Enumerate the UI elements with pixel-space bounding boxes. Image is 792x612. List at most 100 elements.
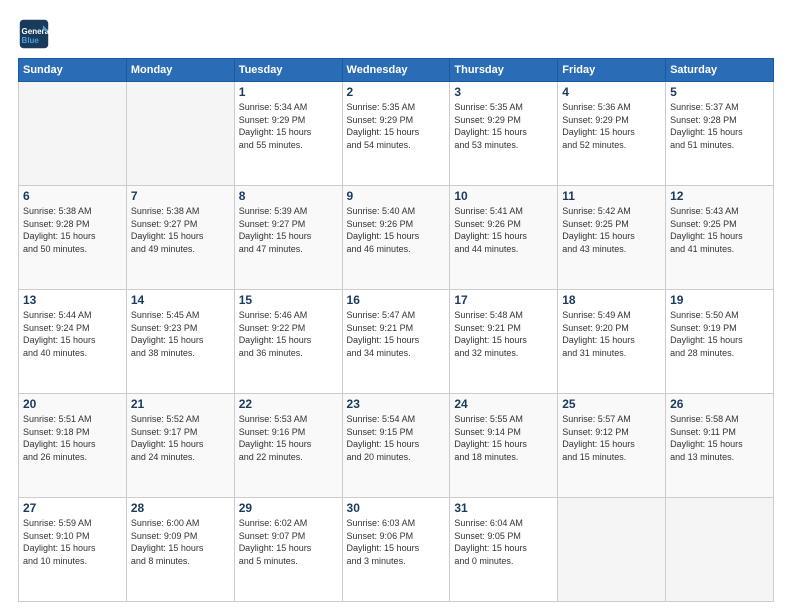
day-number: 1 (239, 85, 338, 99)
day-number: 18 (562, 293, 661, 307)
day-number: 2 (347, 85, 446, 99)
day-number: 22 (239, 397, 338, 411)
weekday-header-row: SundayMondayTuesdayWednesdayThursdayFrid… (19, 59, 774, 82)
page: General Blue SundayMondayTuesdayWednesda… (0, 0, 792, 612)
calendar-day-19: 19 Sunrise: 5:50 AM Sunset: 9:19 PM Dayli… (666, 290, 774, 394)
weekday-header-monday: Monday (126, 59, 234, 82)
day-info: Sunrise: 5:53 AM Sunset: 9:16 PM Dayligh… (239, 413, 338, 463)
calendar-day-31: 31Sunrise: 6:04 AM Sunset: 9:05 PM Dayli… (450, 498, 558, 602)
day-info: Sunrise: 5:41 AM Sunset: 9:26 PM Dayligh… (454, 205, 553, 255)
calendar-day-17: 17 Sunrise: 5:48 AM Sunset: 9:21 PM Dayli… (450, 290, 558, 394)
calendar-day-22: 22 Sunrise: 5:53 AM Sunset: 9:16 PM Dayli… (234, 394, 342, 498)
day-info: Sunrise: 5:57 AM Sunset: 9:12 PM Dayligh… (562, 413, 661, 463)
day-info: Sunrise: 5:39 AM Sunset: 9:27 PM Dayligh… (239, 205, 338, 255)
calendar-day-16: 16 Sunrise: 5:47 AM Sunset: 9:21 PM Dayli… (342, 290, 450, 394)
weekday-header-wednesday: Wednesday (342, 59, 450, 82)
calendar-day-12: 12 Sunrise: 5:43 AM Sunset: 9:25 PM Dayli… (666, 186, 774, 290)
day-number: 9 (347, 189, 446, 203)
calendar-day-14: 14Sunrise: 5:45 AM Sunset: 9:23 PM Dayli… (126, 290, 234, 394)
day-info: Sunrise: 5:58 AM Sunset: 9:11 PM Dayligh… (670, 413, 769, 463)
calendar-day-4: 4 Sunrise: 5:36 AM Sunset: 9:29 PM Daylig… (558, 82, 666, 186)
day-info: Sunrise: 5:42 AM Sunset: 9:25 PM Dayligh… (562, 205, 661, 255)
calendar-week-row: 6Sunrise: 5:38 AM Sunset: 9:28 PM Daylig… (19, 186, 774, 290)
calendar-day-empty (126, 82, 234, 186)
day-info: Sunrise: 6:04 AM Sunset: 9:05 PM Dayligh… (454, 517, 553, 567)
day-info: Sunrise: 5:51 AM Sunset: 9:18 PM Dayligh… (23, 413, 122, 463)
calendar-table: SundayMondayTuesdayWednesdayThursdayFrid… (18, 58, 774, 602)
day-number: 5 (670, 85, 769, 99)
calendar-day-13: 13 Sunrise: 5:44 AM Sunset: 9:24 PM Dayli… (19, 290, 127, 394)
day-info: Sunrise: 5:38 AM Sunset: 9:27 PM Dayligh… (131, 205, 230, 255)
day-info: Sunrise: 5:52 AM Sunset: 9:17 PM Dayligh… (131, 413, 230, 463)
day-number: 29 (239, 501, 338, 515)
day-info: Sunrise: 6:03 AM Sunset: 9:06 PM Dayligh… (347, 517, 446, 567)
day-info: Sunrise: 5:35 AM Sunset: 9:29 PM Dayligh… (454, 101, 553, 151)
calendar-week-row: 13 Sunrise: 5:44 AM Sunset: 9:24 PM Dayli… (19, 290, 774, 394)
calendar-day-21: 21 Sunrise: 5:52 AM Sunset: 9:17 PM Dayli… (126, 394, 234, 498)
day-info: Sunrise: 5:54 AM Sunset: 9:15 PM Dayligh… (347, 413, 446, 463)
day-info: Sunrise: 5:55 AM Sunset: 9:14 PM Dayligh… (454, 413, 553, 463)
day-number: 16 (347, 293, 446, 307)
day-number: 21 (131, 397, 230, 411)
day-info: Sunrise: 5:46 AM Sunset: 9:22 PM Dayligh… (239, 309, 338, 359)
day-info: Sunrise: 5:35 AM Sunset: 9:29 PM Dayligh… (347, 101, 446, 151)
day-info: Sunrise: 5:48 AM Sunset: 9:21 PM Dayligh… (454, 309, 553, 359)
calendar-day-15: 15 Sunrise: 5:46 AM Sunset: 9:22 PM Dayli… (234, 290, 342, 394)
day-info: Sunrise: 5:59 AM Sunset: 9:10 PM Dayligh… (23, 517, 122, 567)
day-number: 23 (347, 397, 446, 411)
day-number: 26 (670, 397, 769, 411)
day-number: 27 (23, 501, 122, 515)
day-number: 28 (131, 501, 230, 515)
day-number: 13 (23, 293, 122, 307)
calendar-day-26: 26 Sunrise: 5:58 AM Sunset: 9:11 PM Dayli… (666, 394, 774, 498)
calendar-week-row: 20 Sunrise: 5:51 AM Sunset: 9:18 PM Dayli… (19, 394, 774, 498)
calendar-day-20: 20 Sunrise: 5:51 AM Sunset: 9:18 PM Dayli… (19, 394, 127, 498)
logo: General Blue (18, 18, 54, 50)
day-info: Sunrise: 5:50 AM Sunset: 9:19 PM Dayligh… (670, 309, 769, 359)
calendar-day-empty (19, 82, 127, 186)
day-number: 15 (239, 293, 338, 307)
calendar-day-24: 24 Sunrise: 5:55 AM Sunset: 9:14 PM Dayli… (450, 394, 558, 498)
calendar-day-8: 8 Sunrise: 5:39 AM Sunset: 9:27 PM Daylig… (234, 186, 342, 290)
calendar-day-11: 11 Sunrise: 5:42 AM Sunset: 9:25 PM Dayli… (558, 186, 666, 290)
day-info: Sunrise: 5:38 AM Sunset: 9:28 PM Dayligh… (23, 205, 122, 255)
weekday-header-sunday: Sunday (19, 59, 127, 82)
day-number: 20 (23, 397, 122, 411)
calendar-day-28: 28 Sunrise: 6:00 AM Sunset: 9:09 PM Dayli… (126, 498, 234, 602)
day-info: Sunrise: 6:00 AM Sunset: 9:09 PM Dayligh… (131, 517, 230, 567)
calendar-day-18: 18Sunrise: 5:49 AM Sunset: 9:20 PM Dayli… (558, 290, 666, 394)
logo-icon: General Blue (18, 18, 50, 50)
day-number: 24 (454, 397, 553, 411)
day-info: Sunrise: 5:47 AM Sunset: 9:21 PM Dayligh… (347, 309, 446, 359)
weekday-header-tuesday: Tuesday (234, 59, 342, 82)
day-info: Sunrise: 6:02 AM Sunset: 9:07 PM Dayligh… (239, 517, 338, 567)
calendar-day-7: 7Sunrise: 5:38 AM Sunset: 9:27 PM Daylig… (126, 186, 234, 290)
day-info: Sunrise: 5:36 AM Sunset: 9:29 PM Dayligh… (562, 101, 661, 151)
svg-text:Blue: Blue (22, 36, 40, 45)
day-number: 25 (562, 397, 661, 411)
day-number: 3 (454, 85, 553, 99)
calendar-day-23: 23 Sunrise: 5:54 AM Sunset: 9:15 PM Dayli… (342, 394, 450, 498)
day-info: Sunrise: 5:44 AM Sunset: 9:24 PM Dayligh… (23, 309, 122, 359)
day-info: Sunrise: 5:43 AM Sunset: 9:25 PM Dayligh… (670, 205, 769, 255)
day-number: 10 (454, 189, 553, 203)
calendar-day-1: 1 Sunrise: 5:34 AM Sunset: 9:29 PM Daylig… (234, 82, 342, 186)
day-number: 12 (670, 189, 769, 203)
day-number: 19 (670, 293, 769, 307)
calendar-day-2: 2 Sunrise: 5:35 AM Sunset: 9:29 PM Daylig… (342, 82, 450, 186)
day-number: 17 (454, 293, 553, 307)
calendar-day-3: 3 Sunrise: 5:35 AM Sunset: 9:29 PM Daylig… (450, 82, 558, 186)
day-number: 11 (562, 189, 661, 203)
day-number: 30 (347, 501, 446, 515)
calendar-day-29: 29 Sunrise: 6:02 AM Sunset: 9:07 PM Dayli… (234, 498, 342, 602)
calendar-day-30: 30 Sunrise: 6:03 AM Sunset: 9:06 PM Dayli… (342, 498, 450, 602)
day-number: 8 (239, 189, 338, 203)
weekday-header-friday: Friday (558, 59, 666, 82)
day-number: 14 (131, 293, 230, 307)
weekday-header-thursday: Thursday (450, 59, 558, 82)
day-info: Sunrise: 5:34 AM Sunset: 9:29 PM Dayligh… (239, 101, 338, 151)
day-number: 4 (562, 85, 661, 99)
calendar-day-10: 10 Sunrise: 5:41 AM Sunset: 9:26 PM Dayli… (450, 186, 558, 290)
calendar-day-6: 6Sunrise: 5:38 AM Sunset: 9:28 PM Daylig… (19, 186, 127, 290)
calendar-day-empty (558, 498, 666, 602)
